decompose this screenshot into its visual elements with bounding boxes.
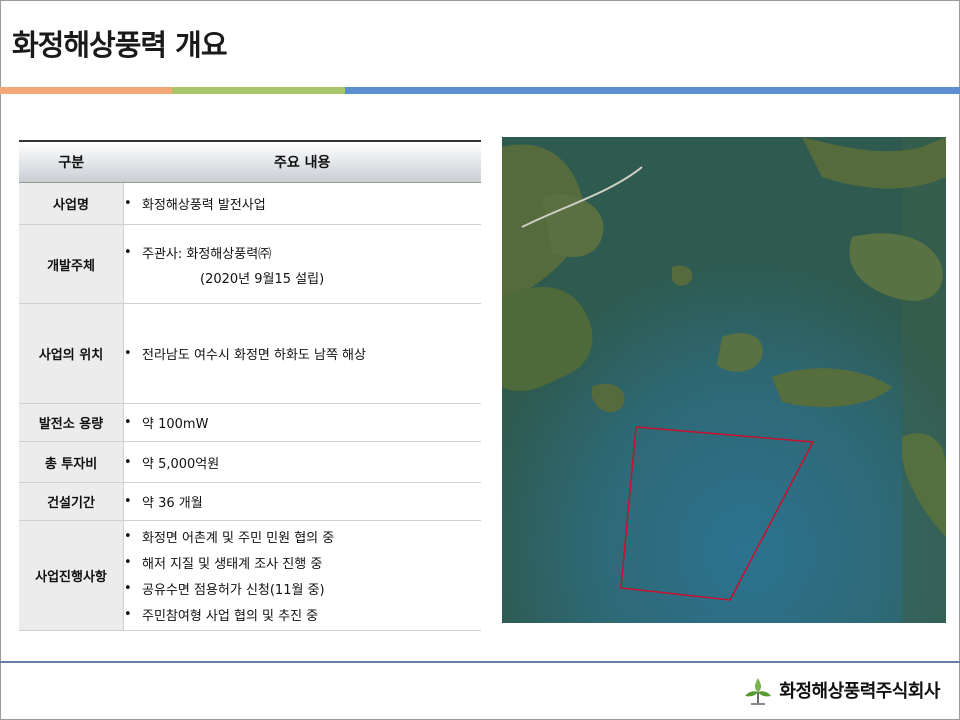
page-title: 화정해상풍력 개요 <box>12 28 228 62</box>
row-item: 약 36 개월 <box>142 496 203 511</box>
row-category: 사업의 위치 <box>19 303 124 404</box>
bullet: • <box>124 196 132 211</box>
row-category: 개발주체 <box>19 224 124 304</box>
row-item: 주민참여형 사업 협의 및 추진 중 <box>142 609 319 624</box>
row-content: • 약 100mW <box>123 403 481 442</box>
bullet: • <box>124 346 132 361</box>
bullet: • <box>124 555 132 570</box>
row-item: 해저 지질 및 생태계 조사 진행 중 <box>142 557 323 572</box>
row-item: 화정해상풍력 발전사업 <box>142 198 266 213</box>
header-category: 구분 <box>19 140 124 183</box>
bullet: • <box>124 607 132 622</box>
accent-bar-green <box>172 87 345 94</box>
bullet: • <box>124 244 132 260</box>
row-content: • 화정해상풍력 발전사업 <box>123 182 481 225</box>
table-row: 사업명 • 화정해상풍력 발전사업 <box>19 182 481 225</box>
table-row: 개발주체 • 주관사: 화정해상풍력㈜ (2020년 9월15 설립) <box>19 224 481 304</box>
table-row: 발전소 용량 • 약 100mW <box>19 403 481 442</box>
footer-divider <box>0 661 960 663</box>
table-row: 사업의 위치 • 전라남도 여수시 화정면 하화도 남쪽 해상 <box>19 303 481 404</box>
row-content: • 전라남도 여수시 화정면 하화도 남쪽 해상 <box>123 303 481 404</box>
bullet: • <box>124 415 132 430</box>
overview-table: 구분 주요 내용 사업명 • 화정해상풍력 발전사업 개발주체 • 주관사: 화정해… <box>19 140 481 631</box>
table-header-row: 구분 주요 내용 <box>19 140 481 183</box>
satellite-map-image <box>502 137 946 623</box>
table-row: 총 투자비 • 약 5,000억원 <box>19 441 481 483</box>
table-row: 사업진행사항 • 화정면 어촌계 및 주민 민원 협의 중 • 해저 지질 및 생태… <box>19 520 481 631</box>
row-category: 발전소 용량 <box>19 403 124 442</box>
accent-bar-blue <box>345 87 960 94</box>
table-row: 건설기간 • 약 36 개월 <box>19 482 481 521</box>
bullet: • <box>124 529 132 544</box>
row-content: • 약 36 개월 <box>123 482 481 521</box>
row-content: • 화정면 어촌계 및 주민 민원 협의 중 • 해저 지질 및 생태계 조사 진행… <box>123 520 481 631</box>
footer: 화정해상풍력주식회사 <box>743 672 940 708</box>
satellite-map <box>502 137 946 623</box>
row-subnote: (2020년 9월15 설립) <box>200 271 325 287</box>
row-category: 건설기간 <box>19 482 124 521</box>
row-item: 주관사: 화정해상풍력㈜ <box>142 246 272 262</box>
company-name: 화정해상풍력주식회사 <box>779 681 940 702</box>
row-category: 사업명 <box>19 182 124 225</box>
row-item: 약 100mW <box>142 417 209 432</box>
row-item: 공유수면 점용허가 신청(11월 중) <box>142 583 325 598</box>
row-content: • 주관사: 화정해상풍력㈜ (2020년 9월15 설립) <box>123 224 481 304</box>
accent-bar-orange <box>0 87 172 94</box>
bullet: • <box>124 494 132 509</box>
bullet: • <box>124 581 132 596</box>
bullet: • <box>124 454 132 470</box>
row-content: • 약 5,000억원 <box>123 441 481 483</box>
row-item: 전라남도 여수시 화정면 하화도 남쪽 해상 <box>142 348 366 363</box>
row-item: 약 5,000억원 <box>142 456 220 472</box>
map-edge-strip <box>902 137 946 623</box>
row-category: 사업진행사항 <box>19 520 124 631</box>
header-content: 주요 내용 <box>123 140 481 183</box>
wind-turbine-logo-icon <box>745 678 772 705</box>
row-item: 화정면 어촌계 및 주민 민원 협의 중 <box>142 531 335 546</box>
row-category: 총 투자비 <box>19 441 124 483</box>
